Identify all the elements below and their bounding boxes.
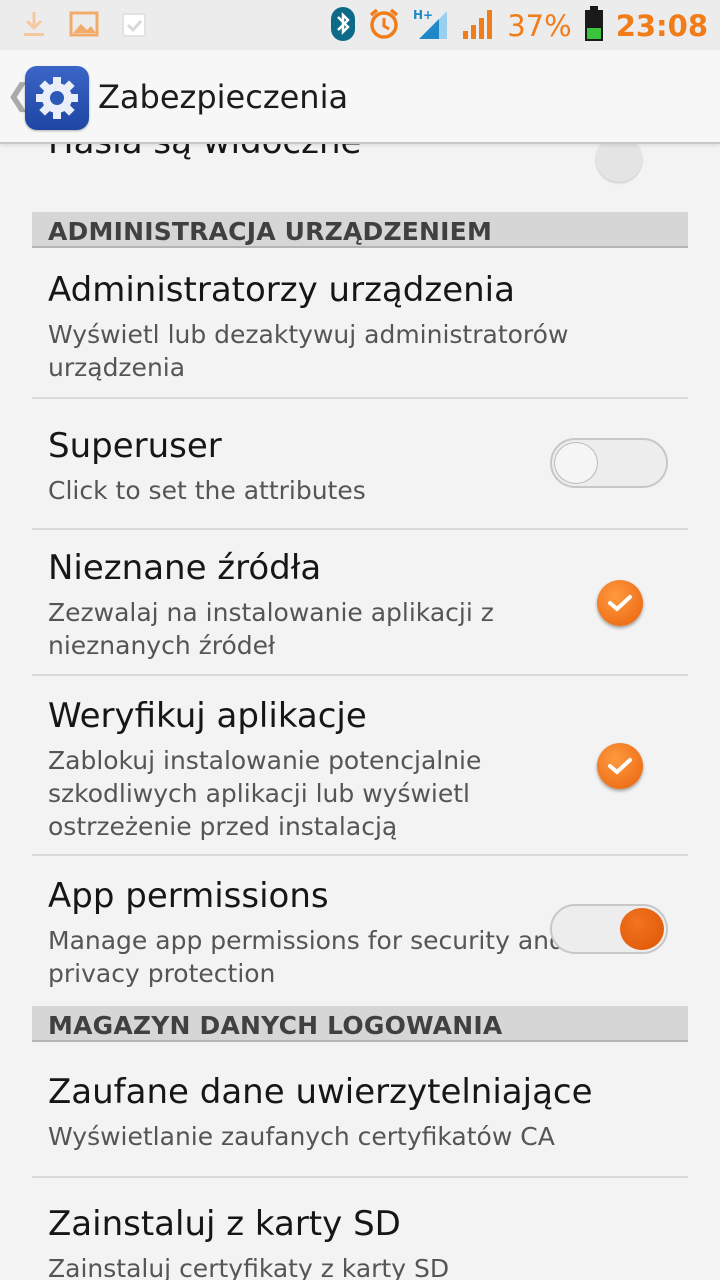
verify-apps-checkbox[interactable] [597,743,643,789]
image-icon [68,8,100,44]
list-item-trusted-credentials[interactable]: Zaufane dane uwierzytelniające Wyświetla… [48,1072,668,1153]
item-subtitle: Manage app permissions for security and … [48,926,565,988]
toggle-knob [554,442,598,484]
battery-icon [584,6,604,46]
app-permissions-toggle[interactable] [550,904,668,954]
show-passwords-checkbox[interactable] [596,142,642,182]
list-item-install-from-sd[interactable]: Zainstaluj z karty SD Zainstaluj certyfi… [48,1204,668,1280]
list-item-show-passwords[interactable]: Hasła są widoczne [48,142,668,162]
item-subtitle: Zezwalaj na instalowanie aplikacji z nie… [48,598,494,660]
bluetooth-icon [331,7,356,45]
clock: 23:08 [615,9,708,43]
section-header-device-admin: ADMINISTRACJA URZĄDZENIEM [32,212,688,248]
status-bar: H+ 37% 23:08 [0,0,720,51]
alarm-icon [367,7,401,45]
checkmark-icon [608,758,632,775]
download-icon [18,8,50,44]
item-title: Weryfikuj aplikacje [48,696,367,736]
divider [32,854,688,856]
unknown-sources-checkbox[interactable] [597,580,643,626]
item-subtitle: Wyświetlanie zaufanych certyfikatów CA [48,1122,555,1151]
item-title: Administratorzy urządzenia [48,270,515,310]
list-item-device-admins[interactable]: Administratorzy urządzenia Wyświetl lub … [48,270,668,384]
cell-signal-icon [461,7,495,45]
svg-text:H+: H+ [413,8,433,22]
action-bar: ❮ Zabezpieczenia [0,50,720,144]
item-subtitle: Click to set the attributes [48,476,366,505]
settings-list[interactable]: Hasła są widoczne ADMINISTRACJA URZĄDZEN… [0,142,720,1280]
superuser-toggle[interactable] [550,438,668,488]
item-title: Hasła są widoczne [48,142,362,162]
item-title: Zaufane dane uwierzytelniające [48,1072,593,1112]
item-subtitle: Zablokuj instalowanie potencjalnie szkod… [48,746,482,841]
list-item-unknown-sources[interactable]: Nieznane źródła Zezwalaj na instalowanie… [48,548,668,662]
clipboard-check-icon [118,8,150,44]
section-header-credential-storage: MAGAZYN DANYCH LOGOWANIA [32,1006,688,1042]
divider [32,674,688,676]
divider [32,1176,688,1178]
divider [32,397,688,399]
item-title: Zainstaluj z karty SD [48,1204,401,1244]
page-title: Zabezpieczenia [98,78,349,116]
toggle-knob [620,908,664,950]
list-item-verify-apps[interactable]: Weryfikuj aplikacje Zablokuj instalowani… [48,696,668,843]
divider [32,528,688,530]
settings-gear-icon[interactable] [25,66,89,130]
signal-hplus-icon: H+ [413,7,449,45]
checkmark-icon [608,595,632,612]
item-subtitle: Zainstaluj certyfikaty z karty SD [48,1254,450,1280]
battery-percent: 37% [507,9,572,43]
item-title: Nieznane źródła [48,548,322,588]
item-subtitle: Wyświetl lub dezaktywuj administratorów … [48,320,569,382]
